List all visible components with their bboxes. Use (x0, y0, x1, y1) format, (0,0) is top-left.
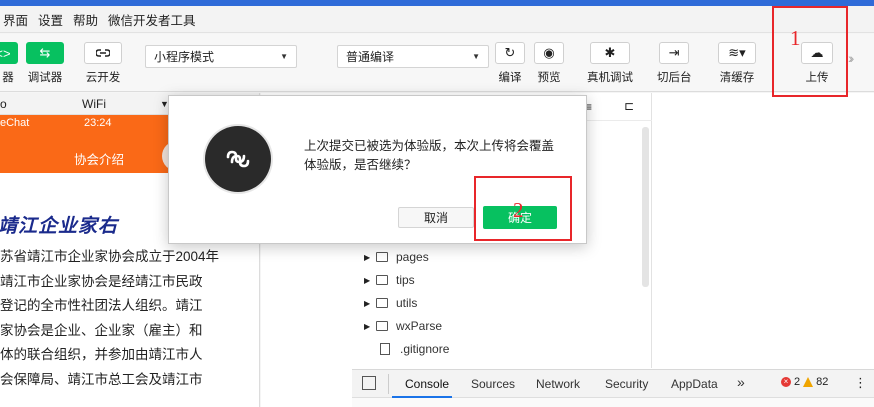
menu-settings[interactable]: 设置 (33, 10, 68, 29)
tab-appdata[interactable]: AppData (671, 377, 718, 391)
cloud-dev-button[interactable]: 云开发 (84, 42, 122, 85)
compile-select-value: 普通编译 (346, 50, 395, 64)
background-label: 切后台 (657, 72, 692, 84)
debugger-label: 调试器 (27, 72, 63, 84)
article-line: 登记的全市性社团法人组织。靖江 (0, 298, 203, 313)
editor-toggle-label: 器 (2, 72, 14, 84)
layers-icon: ≋▾ (718, 42, 756, 64)
article-line: 体的联合组织，并参加由靖江市人 (0, 347, 203, 362)
warning-count: 82 (816, 376, 829, 388)
device-debug-button[interactable]: ✱ 真机调试 (587, 42, 633, 85)
editor-toggle-button[interactable]: <> 器 (0, 42, 18, 85)
switch-background-icon: ⇥ (659, 42, 690, 64)
article-line: 家协会是企业、企业家（雇主）和 (0, 322, 203, 338)
cloud-link-icon (84, 42, 122, 64)
menu-help[interactable]: 帮助 (68, 10, 103, 29)
clear-cache-label: 清缓存 (719, 72, 755, 84)
annotation-number-1: 1 (790, 26, 801, 50)
preview-button[interactable]: ◉ 预览 (534, 42, 564, 85)
folder-icon (376, 275, 388, 285)
mode-select[interactable]: 小程序模式 ▼ (145, 45, 297, 68)
menu-view[interactable]: 界面 (0, 10, 33, 29)
eye-icon: ◉ (534, 42, 564, 64)
code-icon: <> (0, 42, 18, 64)
tree-item-label: wxParse (396, 319, 443, 333)
devtools-window: 界面 设置 帮助 微信开发者工具 <> 器 ⇆ 调试器 云开发 小程序模式 ▼ … (0, 0, 874, 407)
tree-item-wxparse[interactable]: ▶ wxParse (364, 319, 442, 333)
network-select[interactable]: WiFi (82, 97, 106, 111)
miniprogram-logo-icon (205, 126, 271, 192)
tab-network[interactable]: Network (536, 377, 580, 391)
tree-item-label: tips (396, 273, 415, 287)
folder-icon (376, 252, 388, 262)
tree-item-label: .gitignore (400, 342, 450, 356)
article-heading: 靖江企业家右 (0, 216, 119, 237)
compile-button[interactable]: ↻ 编译 (495, 42, 525, 85)
folder-icon (376, 321, 388, 331)
devtools-tab-bar: Console Sources Network Security AppData… (352, 369, 874, 398)
tab-sources[interactable]: Sources (471, 377, 515, 391)
scrollbar[interactable] (642, 127, 649, 287)
device-select[interactable]: o (0, 97, 7, 111)
device-debug-label: 真机调试 (587, 72, 633, 84)
compile-label: 编译 (498, 72, 522, 84)
menu-devtools[interactable]: 微信开发者工具 (103, 10, 201, 29)
toolbar: <> 器 ⇆ 调试器 云开发 小程序模式 ▼ 普通编译 ▼ ↻ 编译 ◉ 预览 (0, 34, 874, 92)
kebab-menu-icon[interactable]: ⋮ (854, 375, 867, 391)
tree-item-utils[interactable]: ▶ utils (364, 296, 417, 310)
tree-item-gitignore[interactable]: .gitignore (364, 342, 449, 356)
clear-cache-button[interactable]: ≋▾ 清缓存 (718, 42, 756, 85)
preview-label: 预览 (537, 72, 561, 84)
nav-title: 协会介绍 (74, 153, 125, 167)
console-toolbar (352, 398, 874, 407)
error-count: 2 (794, 376, 801, 388)
chevron-right-icon: ▶ (364, 321, 371, 331)
tab-console[interactable]: Console (405, 377, 449, 391)
error-icon: × (781, 377, 791, 387)
warning-icon (803, 377, 814, 387)
chevron-down-icon: ▼ (280, 52, 288, 61)
tree-item-label: pages (396, 250, 429, 264)
issue-counts[interactable]: × 2 82 (781, 376, 828, 388)
bug-icon: ✱ (590, 42, 630, 64)
menu-bar: 界面 设置 帮助 微信开发者工具 (0, 6, 874, 33)
tree-item-pages[interactable]: ▶ pages (364, 250, 429, 264)
status-time: 23:24 (84, 117, 112, 129)
annotation-box-upload (772, 6, 848, 97)
file-icon (380, 343, 390, 355)
more-chevron-icon[interactable]: ›› (848, 50, 855, 66)
article-line: 靖江市企业家协会是经靖江市民政 (0, 273, 203, 289)
chevron-right-icon: ▶ (364, 252, 371, 262)
refresh-icon: ↻ (495, 42, 525, 64)
cancel-button[interactable]: 取消 (398, 207, 474, 228)
debugger-button[interactable]: ⇆ 调试器 (26, 42, 64, 85)
chevron-down-icon: ▼ (472, 52, 480, 61)
mode-select-value: 小程序模式 (154, 50, 215, 64)
annotation-number-2: 2 (513, 198, 524, 222)
cloud-dev-label: 云开发 (85, 72, 121, 84)
status-carrier: eChat (0, 117, 30, 129)
article-body: 苏省靖江市企业家协会成立于2004年 靖江市企业家协会是经靖江市民政 登记的全市… (0, 245, 250, 392)
tab-security[interactable]: Security (605, 377, 648, 391)
tab-more[interactable]: » (737, 374, 745, 390)
right-panel (653, 93, 874, 368)
compile-select[interactable]: 普通编译 ▼ (337, 45, 489, 68)
inspect-icon[interactable] (362, 376, 376, 390)
dialog-message: 上次提交已被选为体验版，本次上传将会覆盖体验版，是否继续？ (304, 139, 555, 172)
debugger-icon: ⇆ (26, 42, 64, 64)
folder-icon (376, 298, 388, 308)
article-line: 会保障局、靖江市总工会及靖江市 (0, 371, 203, 387)
chevron-right-icon: ▶ (364, 275, 371, 285)
article-line: 苏省靖江市企业家协会成立于2004年 (0, 249, 220, 264)
tree-item-tips[interactable]: ▶ tips (364, 273, 415, 287)
background-button[interactable]: ⇥ 切后台 (657, 42, 692, 85)
chevron-right-icon: ▶ (364, 298, 371, 308)
tree-item-label: utils (396, 296, 418, 310)
split-icon[interactable]: ⊏ (624, 99, 634, 113)
